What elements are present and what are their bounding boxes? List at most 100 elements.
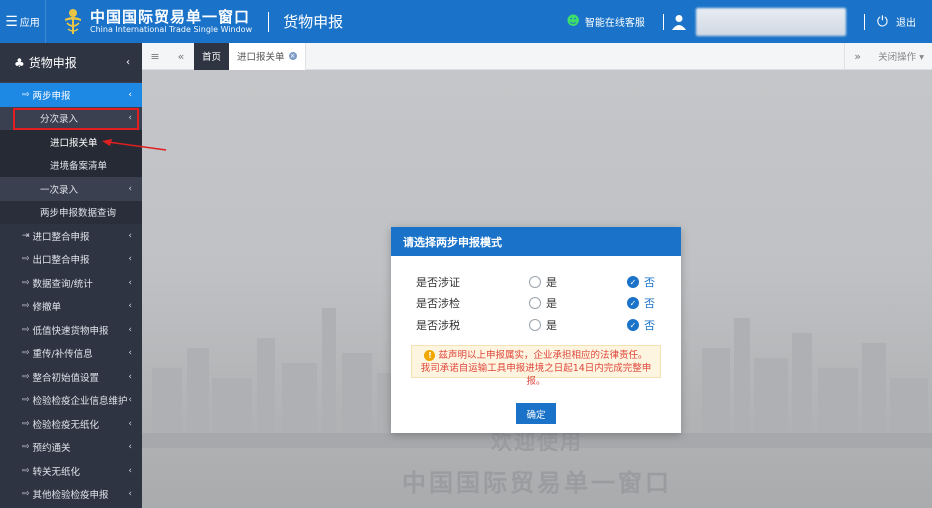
chevron-left-icon: ‹ — [128, 489, 132, 500]
sidebar-item-label: 检验检疫无纸化 — [32, 419, 100, 431]
user-info-redacted[interactable] — [695, 7, 846, 36]
logout-label: 退出 — [896, 18, 916, 29]
customs-emblem-icon — [65, 8, 81, 34]
radio-inspection-yes[interactable]: 是 — [529, 295, 557, 311]
confirm-button[interactable]: 确定 — [516, 403, 556, 424]
chevron-left-icon: ‹ — [128, 324, 132, 335]
app-menu-button[interactable]: ☰ 应用 — [0, 0, 46, 43]
radio-checked-icon: ✓ — [627, 275, 639, 288]
arrow-right-icon: ⇨ — [22, 348, 30, 359]
sidebar-item-label: 数据查询/统计 — [32, 278, 93, 290]
arrow-right-icon: ⇨ — [22, 489, 30, 500]
sidebar-item-label: 进口整合申报 — [32, 231, 90, 243]
sidebar-item-inspection-enterprise[interactable]: ⇨ 检验检疫企业信息维护 ‹ — [0, 389, 142, 413]
tab-home[interactable]: 首页 — [194, 42, 230, 70]
notice-line-1: 兹声明以上申报属实，企业承担相应的法律责任。 — [438, 349, 648, 361]
arrow-right-icon: ⇨ — [22, 465, 30, 476]
collapse-sidebar-button[interactable]: ≡ — [142, 43, 168, 70]
sidebar-item-entry-record-list[interactable]: 进境备案清单 — [0, 153, 142, 177]
sidebar-item-initial-settings[interactable]: ⇨ 整合初始值设置 ‹ — [0, 365, 142, 389]
sidebar-item-retransmit[interactable]: ⇨ 重传/补传信息 ‹ — [0, 342, 142, 366]
chevron-left-icon: ‹ — [128, 254, 132, 265]
radio-checked-icon: ✓ — [627, 297, 639, 310]
sidebar-item-label: 进境备案清单 — [50, 161, 108, 173]
radio-label: 否 — [644, 318, 655, 332]
radio-unchecked-icon — [529, 275, 541, 288]
sidebar-item-label: 转关无纸化 — [32, 466, 81, 478]
close-operations-dropdown[interactable]: 关闭操作 ▾ — [870, 49, 932, 63]
radio-license-yes[interactable]: 是 — [529, 274, 557, 290]
radio-unchecked-icon — [529, 297, 541, 310]
dialog-title: 请选择两步申报模式 — [391, 227, 681, 256]
top-header: ☰ 应用 中国国际贸易单一窗口 China International Trad… — [0, 0, 932, 43]
sidebar-item-label: 其他检验检疫申报 — [32, 490, 109, 502]
question-label: 是否涉税 — [416, 318, 460, 332]
two-step-mode-dialog: 请选择两步申报模式 是否涉证 是 ✓ 否 是否涉检 是 ✓ 否 是否涉税 是 ✓… — [391, 227, 681, 433]
sidebar-item-import-integrated[interactable]: ⇥ 进口整合申报 ‹ — [0, 224, 142, 248]
arrow-right-icon: ⇨ — [22, 371, 30, 382]
sidebar-item-data-query[interactable]: ⇨ 数据查询/统计 ‹ — [0, 271, 142, 295]
scroll-tabs-right-button[interactable]: » — [844, 42, 870, 70]
sidebar-item-modify-withdraw[interactable]: ⇨ 修撤单 ‹ — [0, 295, 142, 319]
tab-label: 进口报关单 — [237, 52, 285, 63]
scroll-tabs-left-button[interactable]: « — [168, 43, 194, 70]
header-divider — [268, 11, 270, 32]
chevron-left-icon: ‹ — [128, 183, 132, 194]
close-icon[interactable]: × — [288, 52, 297, 60]
sidebar-title[interactable]: ♣ 货物申报 ‹ — [0, 43, 142, 83]
user-icon — [671, 14, 686, 30]
close-operations-label: 关闭操作 — [878, 52, 917, 63]
sidebar-item-low-value[interactable]: ⇨ 低值快速货物申报 ‹ — [0, 318, 142, 342]
sidebar-item-inspection-paperless[interactable]: ⇨ 检验检疫无纸化 ‹ — [0, 412, 142, 436]
annotation-highlight-box — [13, 108, 139, 130]
power-icon: ⏻ — [876, 13, 888, 30]
chevron-left-icon: ‹ — [128, 89, 132, 100]
arrow-right-icon: ⇨ — [22, 254, 30, 265]
sidebar-item-two-step-query[interactable]: 两步申报数据查询 — [0, 200, 142, 224]
sidebar-item-label: 重传/补传信息 — [32, 349, 93, 361]
chevron-left-icon: ‹ — [128, 301, 132, 312]
sidebar-item-label: 两步申报 — [32, 90, 71, 102]
arrow-right-icon: ⇨ — [22, 442, 30, 453]
arrow-right-icon: ⇨ — [22, 301, 30, 312]
warning-icon: ! — [424, 349, 436, 361]
question-row-tax: 是否涉税 是 ✓ 否 — [391, 314, 681, 336]
annotation-arrow — [102, 139, 167, 151]
sign-in-icon: ⇥ — [22, 230, 30, 241]
online-service-link[interactable]: ☻ 智能在线客服 — [566, 14, 645, 29]
menu-icon: ☰ — [5, 13, 18, 30]
radio-inspection-no[interactable]: ✓ 否 — [627, 295, 655, 311]
question-label: 是否涉检 — [416, 297, 460, 311]
chevron-left-icon: ‹ — [128, 230, 132, 241]
radio-license-no[interactable]: ✓ 否 — [627, 274, 655, 290]
welcome-line-2: 中国国际贸易单一窗口 — [402, 469, 672, 497]
chevron-left-icon: ‹ — [128, 442, 132, 453]
arrow-right-icon: ⇨ — [22, 418, 30, 429]
arrow-right-icon: ⇨ — [22, 395, 30, 406]
radio-tax-no[interactable]: ✓ 否 — [627, 317, 655, 333]
header-divider — [662, 13, 664, 30]
app-menu-label: 应用 — [19, 18, 40, 29]
question-row-license: 是否涉证 是 ✓ 否 — [391, 271, 681, 293]
sidebar-item-two-step[interactable]: ⇨ 两步申报 ‹ — [0, 83, 142, 107]
radio-label: 否 — [644, 297, 655, 311]
sidebar-item-label: 预约通关 — [32, 443, 71, 455]
radio-tax-yes[interactable]: 是 — [529, 317, 557, 333]
sidebar-item-label: 整合初始值设置 — [32, 372, 100, 384]
sidebar-item-appointment[interactable]: ⇨ 预约通关 ‹ — [0, 436, 142, 460]
question-row-inspection: 是否涉检 是 ✓ 否 — [391, 293, 681, 315]
radio-label: 是 — [546, 318, 557, 332]
sidebar-item-other-inspection[interactable]: ⇨ 其他检验检疫申报 ‹ — [0, 483, 142, 507]
chevron-left-icon: ‹ — [126, 57, 130, 68]
radio-label: 是 — [546, 275, 557, 289]
logout-button[interactable]: ⏻ 退出 — [877, 14, 916, 30]
chevron-left-icon: ‹ — [128, 418, 132, 429]
double-chevron-right-icon: » — [854, 49, 862, 63]
tab-import-declaration[interactable]: 进口报关单 × — [229, 42, 306, 70]
chevron-left-icon: ‹ — [128, 371, 132, 382]
brand-name-en: China International Trade Single Window — [90, 24, 253, 34]
sidebar-item-export-integrated[interactable]: ⇨ 出口整合申报 ‹ — [0, 248, 142, 272]
sidebar-item-transfer-paperless[interactable]: ⇨ 转关无纸化 ‹ — [0, 459, 142, 483]
brand-logo[interactable]: 中国国际贸易单一窗口 China International Trade Sin… — [62, 7, 252, 37]
sidebar-item-single-entry[interactable]: 一次录入 ‹ — [0, 177, 142, 201]
